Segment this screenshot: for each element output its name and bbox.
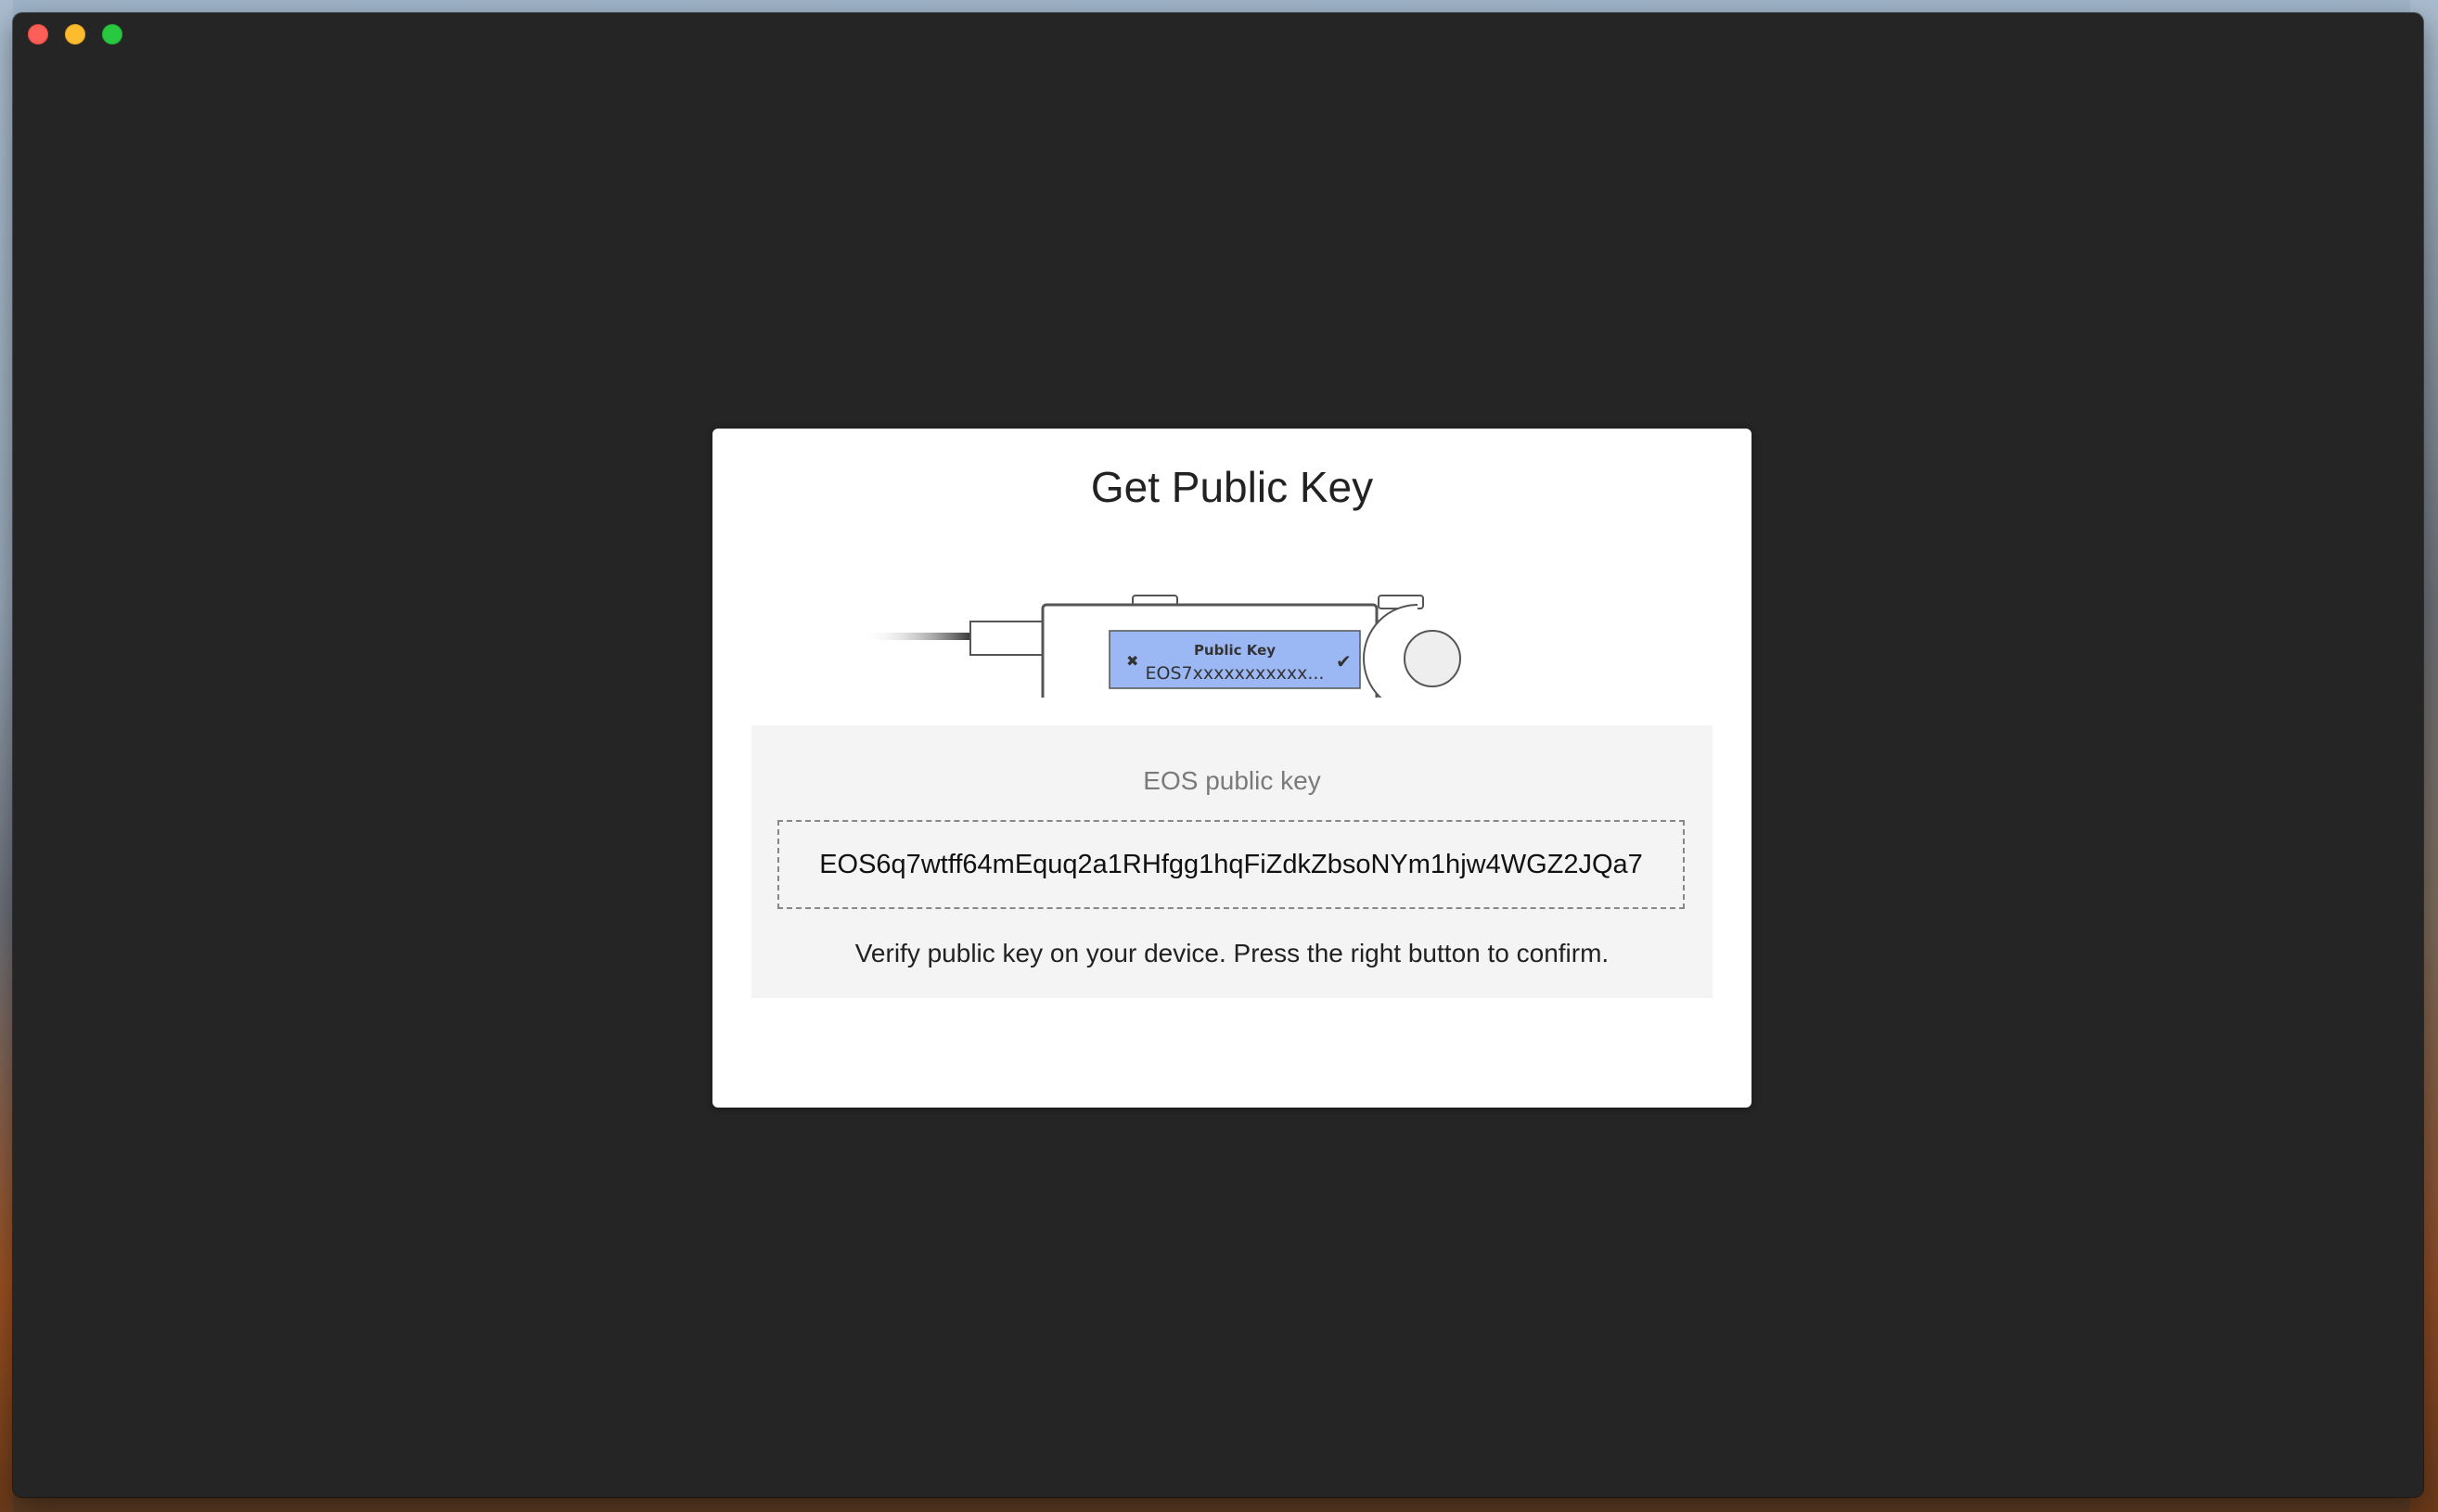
- verify-instruction: Verify public key on your device. Press …: [854, 939, 1610, 967]
- window-minimize-button[interactable]: [65, 24, 85, 45]
- public-key-panel: EOS public key EOS6q7wtff64mEquq2a1RHfgg…: [751, 725, 1713, 998]
- device-screen-value: EOS7xxxxxxxxxxx...: [1146, 663, 1325, 684]
- usb-cable: [861, 621, 1046, 656]
- window-zoom-button[interactable]: [102, 24, 122, 45]
- ledger-device-illustration: ✖ ✔ Public Key EOS7xxxxxxxxxxx...: [861, 595, 1529, 698]
- app-window: Get Public Key ✖ ✔ Public Key EOS7xxxxxx…: [13, 13, 2423, 1497]
- get-public-key-dialog: Get Public Key ✖ ✔ Public Key EOS7xxxxxx…: [712, 429, 1752, 1108]
- public-key-label: EOS public key: [1143, 766, 1321, 795]
- swivel-knob: [1404, 630, 1461, 687]
- swivel-cover: [1363, 604, 1529, 698]
- desktop-background-left: [0, 0, 13, 1512]
- device-screen-title: Public Key: [1194, 642, 1276, 659]
- window-close-button[interactable]: [28, 24, 48, 45]
- public-key-value[interactable]: EOS6q7wtff64mEquq2a1RHfgg1hqFiZdkZbsoNYm…: [777, 820, 1685, 909]
- cross-icon: ✖: [1126, 652, 1138, 670]
- dialog-title: Get Public Key: [1090, 463, 1374, 511]
- check-icon: ✔: [1336, 650, 1352, 673]
